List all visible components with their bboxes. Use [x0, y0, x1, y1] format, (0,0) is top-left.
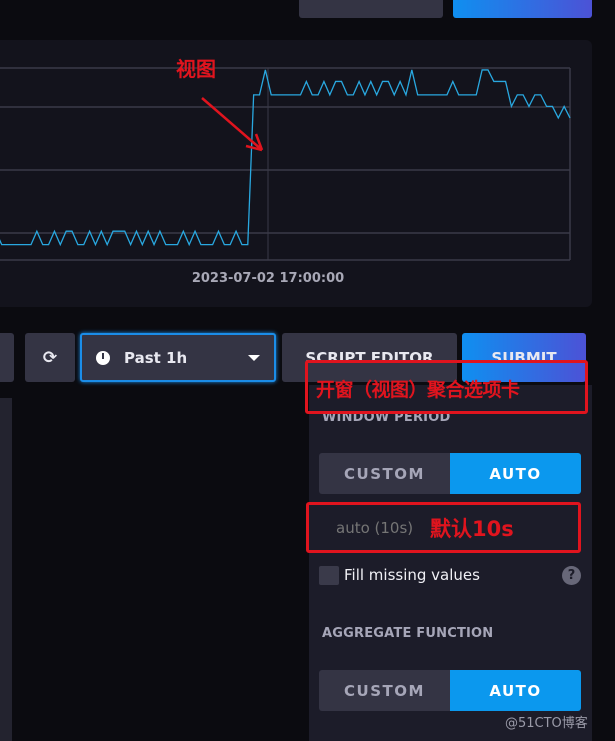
aggregate-function-label: AGGREGATE FUNCTION	[322, 626, 494, 641]
window-auto-button[interactable]: AUTO	[450, 453, 581, 494]
graph-view: 2023-07-02 17:00:00	[0, 40, 592, 307]
line-chart: 2023-07-02 17:00:00	[0, 67, 571, 286]
refresh-button[interactable]: ⟳	[25, 333, 75, 382]
top-button-primary[interactable]	[453, 0, 592, 18]
clock-icon	[96, 350, 110, 365]
fill-missing-label: Fill missing values	[344, 566, 480, 584]
aggregate-custom-button[interactable]: CUSTOM	[319, 670, 450, 711]
help-icon[interactable]: ?	[562, 566, 581, 585]
annotation-default: 默认10s	[430, 517, 514, 541]
fill-missing-checkbox[interactable]	[319, 566, 339, 585]
time-range-value: Past 1h	[124, 348, 188, 367]
annotation-window-agg: 开窗（视图）聚合选项卡	[316, 379, 520, 401]
annotation-arrow-icon	[201, 97, 264, 152]
window-period-toggle: CUSTOM AUTO	[319, 453, 581, 494]
watermark: @51CTO博客	[505, 716, 588, 731]
aggregate-toggle: CUSTOM AUTO	[319, 670, 581, 711]
left-panel	[0, 398, 12, 741]
x-tick-label: 2023-07-02 17:00:00	[192, 271, 344, 286]
time-range-dropdown[interactable]: Past 1h	[80, 333, 276, 382]
partial-button[interactable]	[0, 333, 14, 382]
window-custom-button[interactable]: CUSTOM	[319, 453, 450, 494]
caret-down-icon	[248, 354, 260, 367]
window-aggregate-panel: WINDOW PERIOD CUSTOM AUTO Fill missing v…	[309, 385, 592, 741]
aggregate-auto-button[interactable]: AUTO	[450, 670, 581, 711]
series-line	[0, 69, 571, 247]
annotation-view: 视图	[176, 57, 216, 81]
top-button-secondary[interactable]	[299, 0, 443, 18]
refresh-icon: ⟳	[42, 347, 58, 368]
